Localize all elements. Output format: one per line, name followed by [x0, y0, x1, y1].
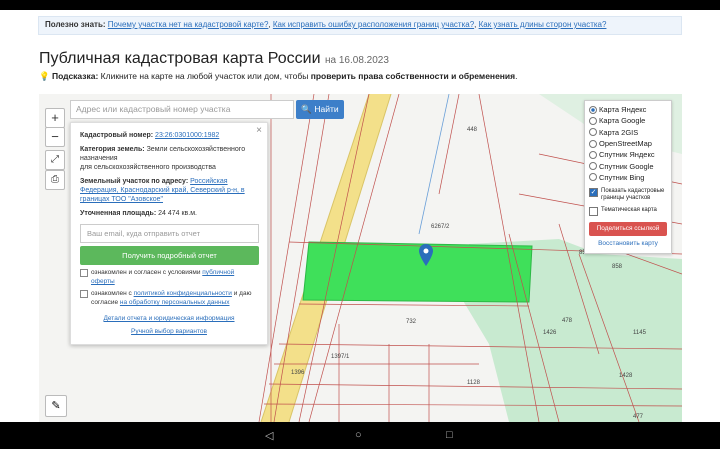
parcel-label: 1428: [619, 373, 633, 379]
agree2-text: ознакомлен с: [91, 290, 132, 297]
layer-label: Спутник Google: [599, 161, 654, 171]
layer-label: Спутник Яндекс: [599, 150, 655, 160]
offer-agree-checkbox[interactable]: ознакомлен и согласен с условиями публич…: [80, 268, 258, 286]
restore-map-link[interactable]: Восстановить карту: [589, 240, 667, 247]
radio[interactable]: [589, 105, 597, 114]
search-icon: 🔍: [301, 104, 312, 114]
get-report-button[interactable]: Получить подробный отчет: [80, 246, 259, 265]
status-bar: [0, 0, 720, 10]
parcel-label: 1145: [633, 330, 646, 336]
search-button-label: Найти: [314, 104, 339, 114]
parcel-label: 478: [562, 318, 573, 324]
area-label: Уточненная площадь:: [80, 210, 157, 217]
purpose-value: для сельскохозяйственного производства: [80, 164, 216, 171]
zoom-in-button[interactable]: +: [45, 108, 65, 128]
agree1-text: ознакомлен и согласен с условиями: [91, 269, 201, 276]
report-details-link[interactable]: Детали отчета и юридическая информация: [103, 315, 234, 322]
close-icon[interactable]: ×: [256, 125, 262, 136]
info-prefix: Полезно знать:: [45, 20, 106, 29]
back-icon[interactable]: ◁: [265, 429, 273, 442]
link-fix-boundary-error[interactable]: Как исправить ошибку расположения границ…: [273, 20, 474, 29]
page-title: Публичная кадастровая карта России на 16…: [39, 50, 389, 68]
share-link-button[interactable]: Поделиться ссылкой: [589, 222, 667, 237]
radio[interactable]: [589, 150, 597, 159]
zoom-out-button[interactable]: −: [45, 127, 65, 147]
layer-option[interactable]: Спутник Bing: [589, 172, 667, 183]
email-field[interactable]: Ваш email, куда отправить отчет: [80, 224, 259, 243]
address-label: Земельный участок по адресу:: [80, 178, 189, 185]
link-side-lengths[interactable]: Как узнать длины сторон участка?: [479, 20, 607, 29]
parcel-label: 448: [467, 127, 478, 133]
radio[interactable]: [589, 162, 597, 171]
personal-data-link[interactable]: на обработку персональных данных: [120, 299, 230, 306]
area-value: 24 474 кв.м.: [158, 210, 197, 217]
cad-label: Кадастровый номер:: [80, 132, 154, 139]
hint-text: Кликните на карте на любой участок или д…: [100, 71, 309, 81]
parcel-info-card: × Кадастровый номер: 23:26:0301000:1982 …: [70, 122, 268, 345]
search-button[interactable]: 🔍 Найти: [296, 100, 344, 119]
link-why-no-parcel[interactable]: Почему участка нет на кадастровой карте?: [108, 20, 269, 29]
cad-number-link[interactable]: 23:26:0301000:1982: [155, 132, 219, 139]
show-borders-toggle[interactable]: ✓ Показать кадастровые границы участков: [589, 188, 667, 202]
search-input[interactable]: Адрес или кадастровый номер участка: [70, 100, 294, 119]
hint: 💡 Подсказка: Кликните на карте на любой …: [39, 71, 518, 82]
radio[interactable]: [589, 128, 597, 137]
map-marker-icon[interactable]: [419, 244, 433, 266]
layer-option[interactable]: Спутник Яндекс: [589, 149, 667, 160]
parcel-label: 1397/1: [331, 354, 350, 360]
privacy-agree-checkbox[interactable]: ознакомлен с политикой конфиденциальност…: [80, 289, 258, 307]
layer-label: OpenStreetMap: [599, 139, 652, 149]
hint-end: .: [515, 71, 518, 81]
parcel-label: 1426: [543, 330, 557, 336]
parcel-label: 1396: [291, 370, 305, 376]
info-bar: Полезно знать: Почему участка нет на кад…: [38, 16, 682, 35]
layer-option[interactable]: Карта Яндекс: [589, 104, 667, 115]
parcel-label: 858: [612, 264, 623, 270]
parcel-label: 1128: [467, 380, 480, 386]
layer-option[interactable]: OpenStreetMap: [589, 138, 667, 149]
parcel-label: 732: [406, 319, 417, 325]
layer-label: Карта Google: [599, 116, 646, 126]
category-label: Категория земель:: [80, 146, 145, 153]
manual-select-link[interactable]: Ручной выбор вариантов: [131, 328, 207, 335]
page-title-text: Публичная кадастровая карта России: [39, 50, 321, 67]
privacy-link[interactable]: политикой конфиденциальности: [134, 290, 232, 297]
parcel-label: 6267/2: [431, 224, 450, 230]
check-icon[interactable]: ✓: [589, 188, 598, 198]
checkbox[interactable]: [80, 269, 88, 277]
page: Полезно знать: Почему участка нет на кад…: [0, 10, 720, 422]
page-date: на 16.08.2023: [325, 55, 389, 66]
radio[interactable]: [589, 116, 597, 125]
layer-label: Спутник Bing: [599, 172, 645, 182]
parcel-label: 477: [633, 414, 644, 420]
thematic-map-toggle[interactable]: Тематическая карта: [589, 207, 667, 217]
radio[interactable]: [589, 173, 597, 182]
thematic-label: Тематическая карта: [601, 207, 657, 214]
layer-option[interactable]: Карта 2GIS: [589, 127, 667, 138]
hint-bold: проверить права собственности и обремене…: [310, 71, 516, 81]
layer-option[interactable]: Спутник Google: [589, 160, 667, 171]
android-nav-bar: ◁ ○ □: [0, 422, 720, 449]
hint-label: Подсказка:: [51, 71, 99, 81]
layer-label: Карта 2GIS: [599, 127, 639, 137]
layer-option[interactable]: Карта Google: [589, 115, 667, 126]
fullscreen-icon[interactable]: ⤢: [45, 150, 65, 170]
layer-switcher: Карта Яндекс Карта Google Карта 2GIS Ope…: [584, 100, 672, 254]
radio[interactable]: [589, 139, 597, 148]
map[interactable]: 448 6267/2 858 858 732 1145 1397/1 1396 …: [39, 94, 682, 422]
layer-label: Карта Яндекс: [599, 105, 647, 115]
pencil-icon[interactable]: ✎: [45, 395, 67, 417]
checkbox[interactable]: [80, 290, 88, 298]
show-borders-label: Показать кадастровые границы участков: [601, 188, 665, 202]
print-icon[interactable]: ⎙: [45, 170, 65, 190]
home-icon[interactable]: ○: [355, 429, 362, 441]
checkbox[interactable]: [589, 207, 598, 217]
recents-icon[interactable]: □: [446, 429, 453, 441]
lightbulb-icon: 💡: [39, 71, 50, 81]
